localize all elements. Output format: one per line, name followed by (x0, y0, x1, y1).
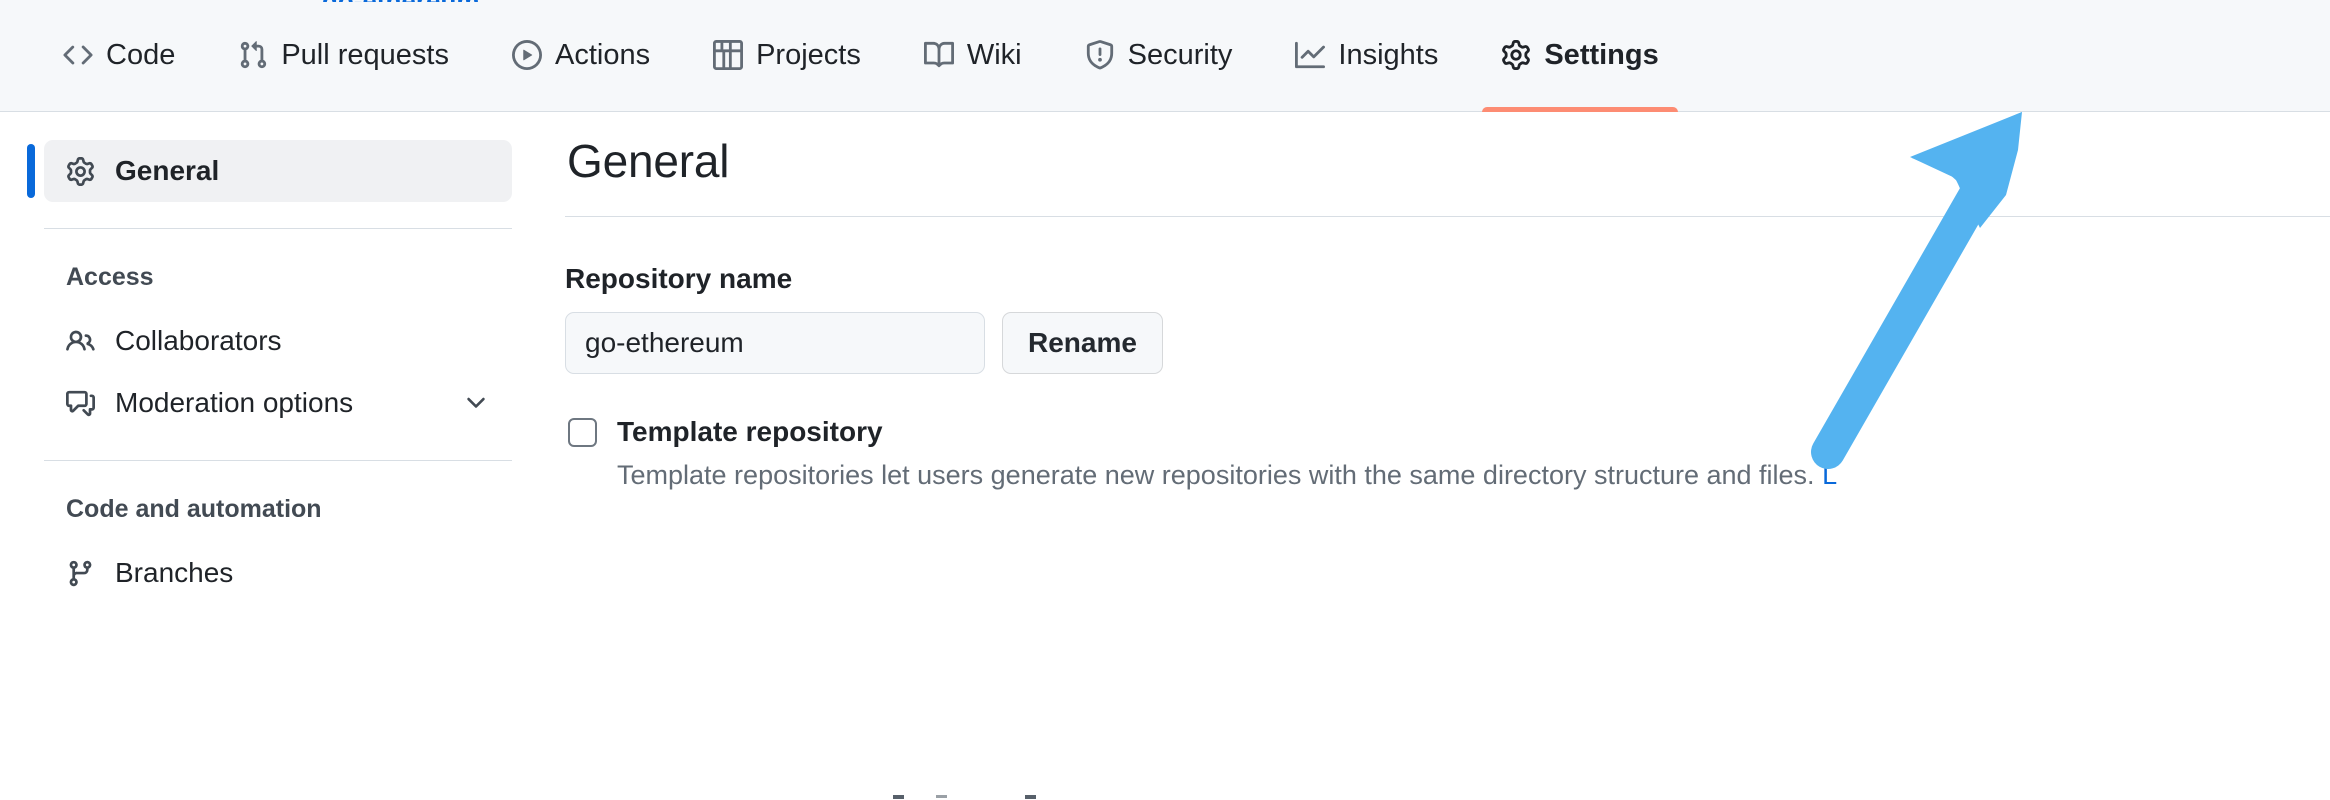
sidebar-divider-1 (44, 228, 512, 229)
tab-insights[interactable]: Insights (1276, 0, 1457, 111)
repository-name-input[interactable] (565, 312, 985, 374)
template-repository-row: Template repository (568, 416, 2330, 448)
chevron-down-icon (462, 389, 490, 417)
repository-name-label: Repository name (565, 263, 793, 294)
sidebar-item-label: Branches (115, 557, 234, 588)
tab-actions[interactable]: Actions (493, 0, 669, 111)
tab-label: Settings (1544, 38, 1659, 71)
rename-button[interactable]: Rename (1002, 312, 1163, 374)
sidebar-divider-2 (44, 460, 512, 461)
tab-label: Pull requests (281, 38, 449, 71)
sidebar-group-title-code-and-automation: Code and automation (66, 495, 322, 523)
play-icon (511, 40, 542, 70)
tab-code[interactable]: Code (44, 0, 194, 111)
tab-label: Insights (1338, 38, 1439, 71)
repo-nav-bar: go-ethereum Code Pull requests Actions (0, 0, 2330, 112)
graph-icon (1295, 40, 1326, 70)
settings-main-content: General Repository name Rename Template … (565, 112, 2330, 491)
page-body: General Access Collaborators Moderation … (0, 112, 2330, 800)
sidebar-item-moderation-options[interactable]: Moderation options (44, 372, 512, 434)
shield-icon (1085, 40, 1115, 70)
sidebar-item-collaborators[interactable]: Collaborators (44, 310, 512, 372)
tab-pull-requests[interactable]: Pull requests (219, 0, 468, 111)
tab-label: Projects (756, 38, 861, 71)
title-divider (565, 216, 2330, 217)
git-branch-icon (66, 559, 95, 588)
book-icon (923, 40, 954, 70)
repository-name-row: Rename (565, 312, 2330, 374)
tab-projects[interactable]: Projects (694, 0, 880, 111)
code-icon (63, 40, 93, 70)
tab-security[interactable]: Security (1066, 0, 1252, 111)
clipped-glyph-mark (893, 795, 904, 799)
sidebar-item-label: General (115, 155, 220, 186)
tab-label: Security (1127, 38, 1233, 71)
gear-icon (66, 156, 95, 186)
settings-sidebar: General Access Collaborators Moderation … (0, 112, 560, 604)
template-repository-label: Template repository (617, 416, 883, 447)
comment-discussion-icon (66, 389, 95, 418)
template-repository-block: Template repository Template repositorie… (565, 416, 2330, 491)
tab-settings[interactable]: Settings (1482, 0, 1679, 112)
sidebar-item-label: Collaborators (115, 325, 282, 356)
template-repository-description: Template repositories let users generate… (617, 460, 2330, 491)
sidebar-item-general[interactable]: General (27, 140, 512, 202)
git-pull-request-icon (238, 40, 268, 70)
tab-label: Wiki (966, 38, 1022, 71)
page-title: General (567, 135, 730, 187)
github-repo-settings-page: go-ethereum Code Pull requests Actions (0, 0, 2330, 800)
sidebar-item-branches[interactable]: Branches (44, 542, 512, 604)
tab-label: Actions (554, 38, 651, 71)
table-icon (713, 40, 744, 70)
repo-nav-tabs: Code Pull requests Actions Projects Wiki… (44, 0, 1679, 112)
clipped-glyph-mark (936, 795, 947, 798)
template-repository-checkbox[interactable] (568, 417, 597, 447)
tab-label: Code (106, 38, 176, 71)
tab-wiki[interactable]: Wiki (905, 0, 1041, 111)
gear-icon (1501, 40, 1531, 70)
sidebar-group-title-access: Access (66, 263, 154, 291)
clipped-glyph-mark (1025, 795, 1036, 799)
sidebar-item-label: Moderation options (115, 387, 354, 418)
template-repository-description-text: Template repositories let users generate… (617, 460, 1815, 490)
people-icon (66, 327, 95, 356)
learn-more-link[interactable]: L (1822, 460, 1837, 490)
